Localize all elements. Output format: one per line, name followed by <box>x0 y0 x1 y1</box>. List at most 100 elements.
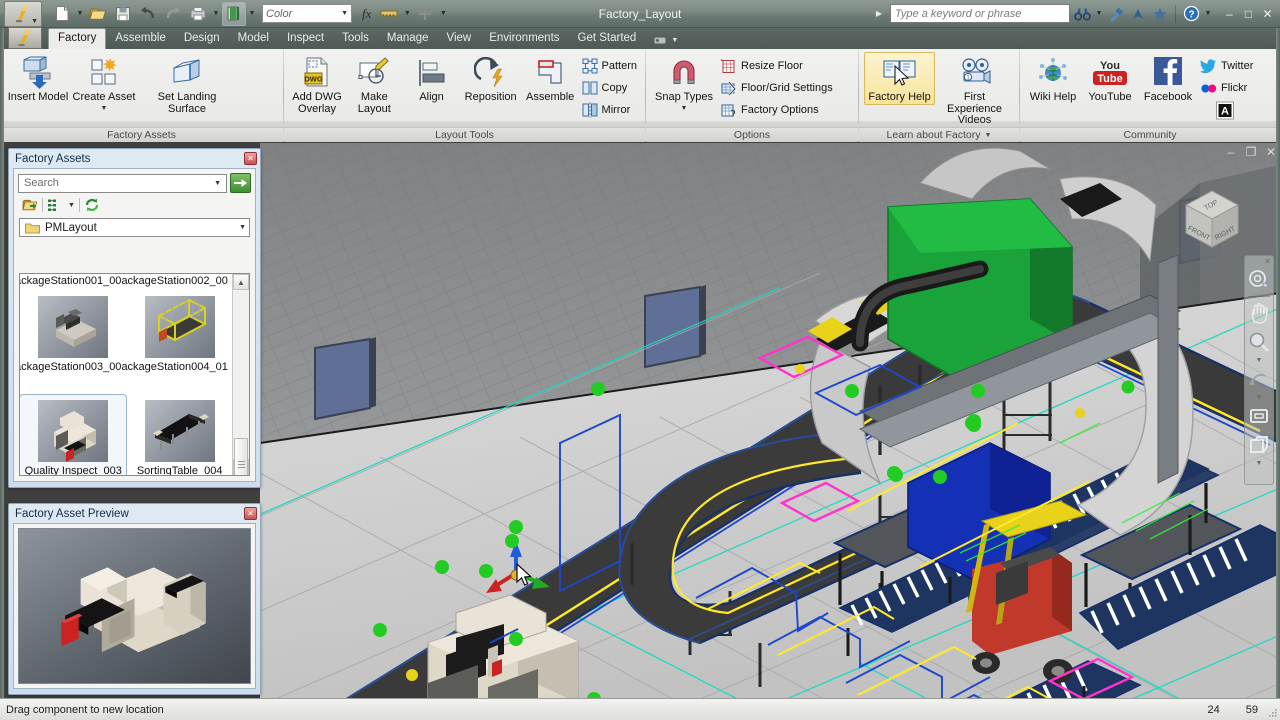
zoom-dropdown-icon[interactable]: ▼ <box>1256 357 1263 364</box>
view-options-icon[interactable] <box>47 198 64 213</box>
linetype-dropdown-icon[interactable]: ▼ <box>402 10 412 17</box>
flickr-button[interactable]: Flickr <box>1197 78 1256 98</box>
list-item[interactable]: SortingTable_004 <box>126 395 232 475</box>
list-item[interactable]: ackageStation004_01 <box>121 291 232 395</box>
drawing-viewport[interactable]: – ❐ ✕ TOP FRONT RIGHT ✕ ▼ ▼ ▼ <box>260 143 1280 698</box>
title-expand-caret-icon[interactable]: ▶ <box>876 9 882 18</box>
create-asset-button[interactable]: Create Asset ▼ <box>71 52 137 112</box>
factory-assets-close-button[interactable]: ✕ <box>244 152 257 165</box>
view-options-dropdown-icon[interactable]: ▼ <box>68 202 75 209</box>
create-asset-dropdown-icon[interactable]: ▼ <box>101 105 108 112</box>
copy-button[interactable]: Copy <box>579 78 640 98</box>
binoculars-icon[interactable] <box>1072 3 1092 25</box>
color-selector[interactable]: Color ▼ <box>262 4 352 23</box>
publish-dropdown-icon[interactable]: ▼ <box>247 10 257 17</box>
tab-assemble[interactable]: Assemble <box>106 29 175 49</box>
scrollbar-thumb[interactable] <box>234 438 248 475</box>
twitter-button[interactable]: Twitter <box>1197 56 1256 76</box>
panel-dropdown-icon[interactable]: ▼ <box>985 128 992 143</box>
preview-close-button[interactable]: ✕ <box>244 507 257 520</box>
tab-factory[interactable]: Factory <box>48 28 107 49</box>
minimize-button[interactable]: – <box>1221 6 1238 22</box>
align-button[interactable]: Align <box>404 52 460 104</box>
library-dropdown-icon[interactable]: ▼ <box>239 224 246 231</box>
viewport-close-button[interactable]: ✕ <box>1264 145 1278 159</box>
resize-grip-icon[interactable] <box>1268 708 1278 718</box>
workspace-switch[interactable]: ▼ <box>653 34 678 49</box>
tab-inspect[interactable]: Inspect <box>278 29 333 49</box>
factory-asset-preview-palette[interactable]: Factory Asset Preview ✕ <box>8 503 261 695</box>
zoom-magnifier-icon[interactable] <box>1246 328 1272 356</box>
showmotion-icon[interactable] <box>1246 431 1272 459</box>
orbit-free-icon[interactable] <box>1246 365 1272 393</box>
viewport-restore-button[interactable]: ❐ <box>1244 145 1258 159</box>
pattern-button[interactable]: Pattern <box>579 56 640 76</box>
orbit-icon[interactable] <box>1246 266 1272 294</box>
list-item[interactable]: ackageStation002_00 <box>121 274 232 291</box>
close-button[interactable]: ✕ <box>1259 6 1276 22</box>
facebook-button[interactable]: Facebook <box>1139 52 1197 104</box>
floor-grid-settings-button[interactable]: Floor/Grid Settings <box>717 78 836 98</box>
open-file-button[interactable] <box>86 2 110 26</box>
tab-get-started[interactable]: Get Started <box>569 29 646 49</box>
properties-fx-label[interactable]: fx <box>362 6 371 22</box>
factory-3d-scene[interactable] <box>260 143 1280 698</box>
new-file-button[interactable] <box>50 2 74 26</box>
factory-options-button[interactable]: Factory Options <box>717 100 836 120</box>
asset-grid-container[interactable]: ackageStation001_00 ackageStation002_00 <box>19 273 250 476</box>
lineweight-dropdown-icon[interactable]: ▼ <box>438 10 448 17</box>
navbar-close-icon[interactable]: ✕ <box>1264 257 1271 266</box>
library-selector[interactable]: PMLayout ▼ <box>19 218 250 237</box>
search-input[interactable]: Search ▼ <box>18 173 227 193</box>
scrollbar-track[interactable] <box>233 290 249 475</box>
linetype-button[interactable] <box>377 2 401 26</box>
make-layout-button[interactable]: Make Layout <box>345 52 404 115</box>
binoculars-dropdown-icon[interactable]: ▼ <box>1094 10 1104 17</box>
save-file-button[interactable] <box>111 2 135 26</box>
new-file-dropdown-icon[interactable]: ▼ <box>75 10 85 17</box>
star-icon[interactable] <box>1150 3 1170 25</box>
factory-assets-palette[interactable]: Factory Assets ✕ Search ▼ ▼ PMLayout ▼ a… <box>8 148 261 488</box>
lineweight-button[interactable] <box>413 2 437 26</box>
rewind-icon[interactable] <box>1246 402 1272 430</box>
snap-types-dropdown-icon[interactable]: ▼ <box>681 105 688 112</box>
mirror-button[interactable]: Mirror <box>579 100 640 120</box>
help-dropdown-icon[interactable]: ▼ <box>1203 10 1213 17</box>
open-library-icon[interactable] <box>22 197 38 213</box>
wrench-icon[interactable] <box>1106 3 1126 25</box>
resize-floor-button[interactable]: Resize Floor <box>717 56 836 76</box>
preview-palette-header[interactable]: Factory Asset Preview ✕ <box>9 504 260 523</box>
pan-hand-icon[interactable] <box>1246 299 1272 327</box>
factory-help-button[interactable]: Factory Help <box>864 52 936 105</box>
maximize-button[interactable]: □ <box>1240 6 1257 22</box>
search-go-button[interactable] <box>230 173 251 193</box>
help-icon[interactable]: ? <box>1181 3 1201 25</box>
showmotion-dropdown-icon[interactable]: ▼ <box>1256 460 1263 467</box>
set-landing-surface-button[interactable]: Set Landing Surface <box>137 52 237 115</box>
color-selector-caret-icon[interactable]: ▼ <box>341 10 348 17</box>
application-menu-button[interactable]: ▼ <box>4 0 42 27</box>
youtube-button[interactable]: You Tube YouTube <box>1081 52 1139 104</box>
tab-environments[interactable]: Environments <box>480 29 568 49</box>
insert-model-button[interactable]: Insert Model <box>5 52 71 104</box>
list-item[interactable]: ackageStation003_00 <box>20 291 126 395</box>
undo-button[interactable] <box>136 2 160 26</box>
autodesk-community-button[interactable]: A <box>1197 100 1256 120</box>
signin-icon[interactable] <box>1128 3 1148 25</box>
publish-button[interactable] <box>222 1 246 26</box>
navigation-bar[interactable]: ✕ ▼ ▼ ▼ <box>1244 255 1274 485</box>
assemble-button[interactable]: Assemble <box>522 52 579 104</box>
list-item[interactable]: ackageStation001_00 <box>20 274 126 291</box>
tab-model[interactable]: Model <box>229 29 278 49</box>
first-experience-videos-button[interactable]: 1 First Experience Videos <box>935 52 1014 127</box>
reposition-button[interactable]: Reposition <box>460 52 522 104</box>
scroll-up-button[interactable]: ▲ <box>233 274 249 290</box>
refresh-icon[interactable] <box>84 197 100 213</box>
redo-button[interactable] <box>161 2 185 26</box>
asset-grid-scrollbar[interactable]: ▲ ▼ <box>232 274 249 475</box>
orbit-dropdown-icon[interactable]: ▼ <box>1256 394 1263 401</box>
factory-assets-palette-header[interactable]: Factory Assets ✕ <box>9 149 260 168</box>
viewcube[interactable]: TOP FRONT RIGHT <box>1174 179 1250 255</box>
tab-view[interactable]: View <box>437 29 480 49</box>
plot-button[interactable] <box>186 2 210 26</box>
